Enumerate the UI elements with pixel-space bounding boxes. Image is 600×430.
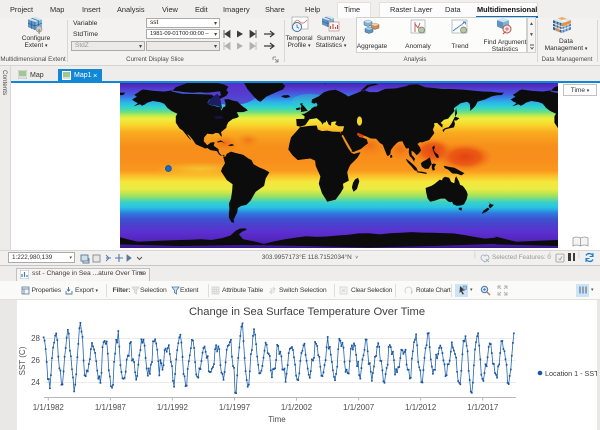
svg-text:1/1/1992: 1/1/1992 [157,403,189,412]
svg-text:Change in Sea Surface Temperat: Change in Sea Surface Temperature Over T… [189,306,425,318]
svg-text:Time: Time [268,415,286,424]
svg-text:24: 24 [31,378,40,387]
svg-text:1/1/2017: 1/1/2017 [467,403,499,412]
svg-text:1/1/1982: 1/1/1982 [33,403,65,412]
svg-text:1/1/2012: 1/1/2012 [405,403,437,412]
svg-text:1/1/2002: 1/1/2002 [281,403,313,412]
svg-text:26: 26 [31,356,40,365]
svg-text:1/1/1997: 1/1/1997 [219,403,251,412]
svg-text:1/1/2007: 1/1/2007 [343,403,375,412]
svg-text:1/1/1987: 1/1/1987 [95,403,127,412]
svg-text:SST (C): SST (C) [18,346,27,375]
svg-text:28: 28 [31,334,40,343]
svg-text:Location 1 - SST: Location 1 - SST [545,369,597,378]
